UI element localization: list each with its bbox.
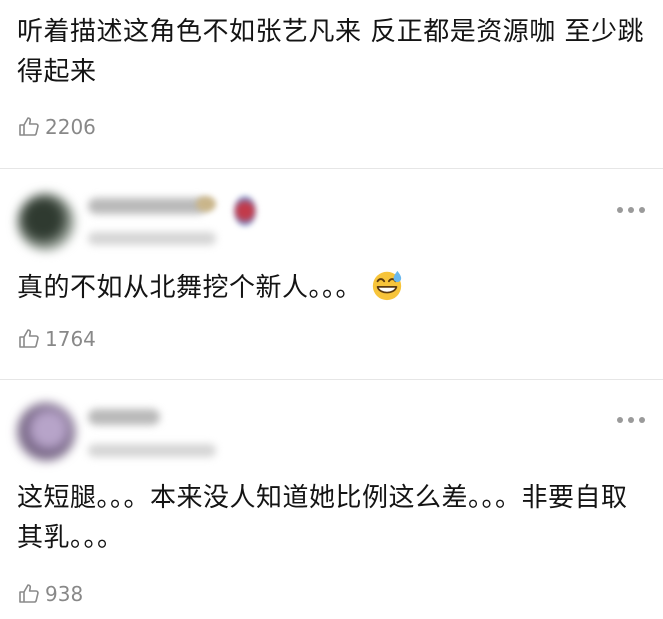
timestamp-blurred — [88, 444, 216, 457]
comment-text: 听着描述这角色不如张艺凡来 反正都是资源咖 至少跳得起来 — [17, 17, 645, 87]
divider — [0, 379, 663, 380]
more-dots-icon[interactable] — [617, 416, 645, 424]
user-badge-icon — [196, 196, 216, 212]
like-count: 1764 — [45, 327, 96, 351]
avatar[interactable] — [17, 193, 75, 251]
avatar[interactable] — [17, 403, 75, 461]
level-badge-icon — [234, 196, 256, 226]
more-dots-icon[interactable] — [617, 206, 645, 214]
divider — [0, 168, 663, 169]
thumbs-up-icon — [19, 329, 39, 348]
thumbs-up-icon — [19, 117, 39, 136]
comment-text: 真的不如从北舞挖个新人。。。 — [17, 268, 647, 308]
thumbs-up-icon — [19, 584, 39, 603]
username-blurred[interactable] — [88, 198, 206, 214]
like-button[interactable]: 2206 — [17, 112, 96, 142]
comment-text: 这短腿。。。本来没人知道她比例这么差。。。非要自取其乳。。。 — [17, 483, 628, 553]
grinning-sweat-emoji — [372, 270, 402, 301]
like-button[interactable]: 1764 — [17, 324, 96, 354]
username-blurred[interactable] — [88, 409, 160, 425]
like-count: 938 — [45, 582, 84, 606]
like-button[interactable]: 938 — [17, 579, 83, 609]
like-count: 2206 — [45, 115, 96, 139]
timestamp-blurred — [88, 232, 216, 245]
